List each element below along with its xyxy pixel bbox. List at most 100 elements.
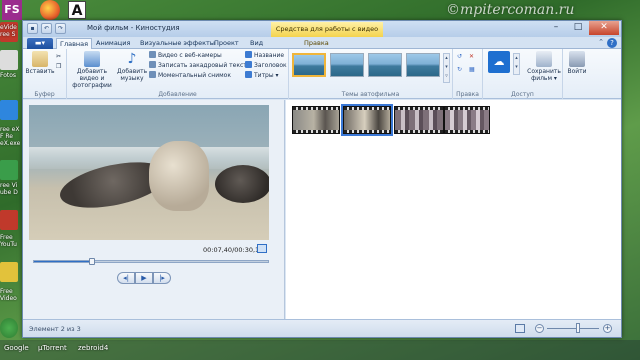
storyboard-clip[interactable] [292,106,340,134]
close-icon[interactable]: ✕ [589,21,619,35]
maximize-icon[interactable]: □ [567,21,589,35]
title-button[interactable]: Название [245,51,284,60]
ribbon-collapse-icon[interactable]: ⌃ [598,38,604,46]
video-preview[interactable] [29,105,269,240]
tab-animation[interactable]: Анимация [93,38,133,49]
minimize-icon[interactable]: – [545,21,567,35]
context-tab-header: Средства для работы с видео [271,22,383,37]
next-frame-icon[interactable]: |▸ [153,272,171,284]
add-video-button[interactable]: Добавить видео и фотографии [69,51,115,89]
seek-thumb[interactable] [88,258,95,265]
desktop-left-column: eVide ree S Fotos ree eX F Re eX.exe ree… [0,0,20,360]
webcam-button[interactable]: Видео с веб-камеры [149,51,222,60]
tab-home[interactable]: Главная [56,38,93,49]
group-label-add: Добавление [158,91,197,98]
desktop-label: Fotos [0,72,17,79]
storyboard-clip-selected[interactable] [341,104,393,136]
desktop-youtube-icon[interactable] [0,210,18,230]
desktop-video-app-icon[interactable] [0,262,18,282]
aspect-ratio-icon[interactable] [515,324,525,333]
previous-frame-icon[interactable]: ◂| [117,272,135,284]
desktop-label: F Re [0,133,13,140]
firefox-icon[interactable] [40,0,60,20]
zoom-in-icon[interactable]: + [603,324,612,333]
add-music-button[interactable]: ♪ Добавить музыку [117,51,147,82]
save-icon[interactable]: ▪ [27,23,38,34]
rotate-right-icon[interactable]: ↻ [457,65,462,74]
tab-visual-effects[interactable]: Визуальные эффекты [137,38,218,49]
file-menu-button[interactable]: ▬▾ [27,38,53,49]
narration-label: Записать закадровый текст [158,62,247,69]
ribbon-tab-row: ▬▾ Главная Анимация Визуальные эффекты П… [23,37,621,49]
save-movie-button[interactable]: Сохранить фильм ▾ [527,51,561,82]
fullscreen-icon[interactable] [257,244,267,253]
desktop-top-icons: FS A ©mpitercoman.ru [0,0,640,22]
webcam-label: Видео с веб-камеры [158,52,222,59]
caption-label: Заголовок [254,62,287,69]
tab-project[interactable]: Проект [211,38,242,49]
desktop-converter-icon[interactable] [0,100,18,120]
desktop-video-icon[interactable] [0,160,18,180]
select-all-icon[interactable]: ▦ [469,65,475,74]
desktop-label: Free [0,234,13,241]
copy-icon[interactable]: ❐ [56,62,61,71]
theme-thumbnail[interactable] [368,53,402,77]
movie-maker-window: ▪ ↶ ↷ Мой фильм - Киностудия Средства дл… [22,20,622,338]
theme-thumbnail[interactable] [330,53,364,77]
credits-button[interactable]: Титры ▾ [245,71,279,80]
zoom-out-icon[interactable]: − [535,324,544,333]
group-label-themes: Темы автофильма [341,91,400,98]
remove-icon[interactable]: ✕ [469,52,474,61]
taskbar-label-utorrent[interactable]: µTorrent [38,344,67,352]
status-bar: Элемент 2 из 3 − + [23,319,621,337]
camera-icon [149,71,156,78]
preview-pane: 00:07,40/00:30,13 ◂| ▶ |▸ [23,100,285,319]
zoom-slider-thumb[interactable] [576,323,581,333]
redo-icon[interactable]: ↷ [55,23,66,34]
share-scroll-buttons[interactable]: ▴ ▾ [513,53,520,75]
tab-view[interactable]: Вид [247,38,266,49]
seek-bar[interactable] [33,258,269,265]
add-video-label: Добавить видео и фотографии [72,68,112,89]
group-label-share: Доступ [511,91,534,98]
taskbar-label-google[interactable]: Google [4,344,29,352]
desktop-label: ube D [0,189,18,196]
title-bar: ▪ ↶ ↷ Мой фильм - Киностудия Средства дл… [23,21,621,37]
chrome-icon[interactable] [0,318,18,338]
help-icon[interactable]: ? [607,38,617,48]
window-title: Мой фильм - Киностудия [87,24,180,32]
zoom-slider-track[interactable] [547,328,599,329]
timecode: 00:07,40/00:30,13 [203,246,264,254]
watermark: ©mpitercoman.ru [446,2,575,18]
taskbar-label-zebroid[interactable]: zebroid4 [78,344,108,352]
caption-icon [245,61,252,68]
play-icon[interactable]: ▶ [135,272,153,284]
snapshot-button[interactable]: Моментальный снимок [149,71,231,80]
tab-edit[interactable]: Правка [301,38,332,49]
narration-button[interactable]: Записать закадровый текст ▾ [149,61,252,70]
desktop-photo-icon[interactable] [0,50,18,70]
cut-icon[interactable]: ✂ [56,52,61,61]
caption-button[interactable]: Заголовок [245,61,287,70]
group-share: ☁ ▴ ▾ Сохранить фильм ▾ Доступ [483,49,563,99]
paste-button[interactable]: Вставить [25,51,55,75]
undo-icon[interactable]: ↶ [41,23,52,34]
group-autothemes: ▴ ▾ ▿ Темы автофильма [289,49,453,99]
signin-button[interactable]: Войти [563,51,591,75]
add-music-label: Добавить музыку [117,68,148,82]
storyboard-clip[interactable] [444,106,490,134]
onedrive-icon: ☁ [488,51,510,73]
credits-label: Титры [254,72,274,79]
storyboard [286,100,621,319]
theme-thumbnail[interactable] [406,53,440,77]
onedrive-button[interactable]: ☁ [487,51,511,74]
group-label-clipboard: Буфер [34,91,55,98]
storyboard-clip[interactable] [394,106,444,134]
gallery-scroll-buttons[interactable]: ▴ ▾ ▿ [443,53,450,83]
video-seal-light [149,141,209,211]
rotate-left-icon[interactable]: ↺ [457,52,462,61]
theme-thumbnail[interactable] [292,53,326,77]
desktop-label: eX.exe [0,140,20,147]
app-a-icon[interactable]: A [68,1,86,19]
group-clipboard: Вставить ✂ ❐ Буфер [23,49,67,99]
